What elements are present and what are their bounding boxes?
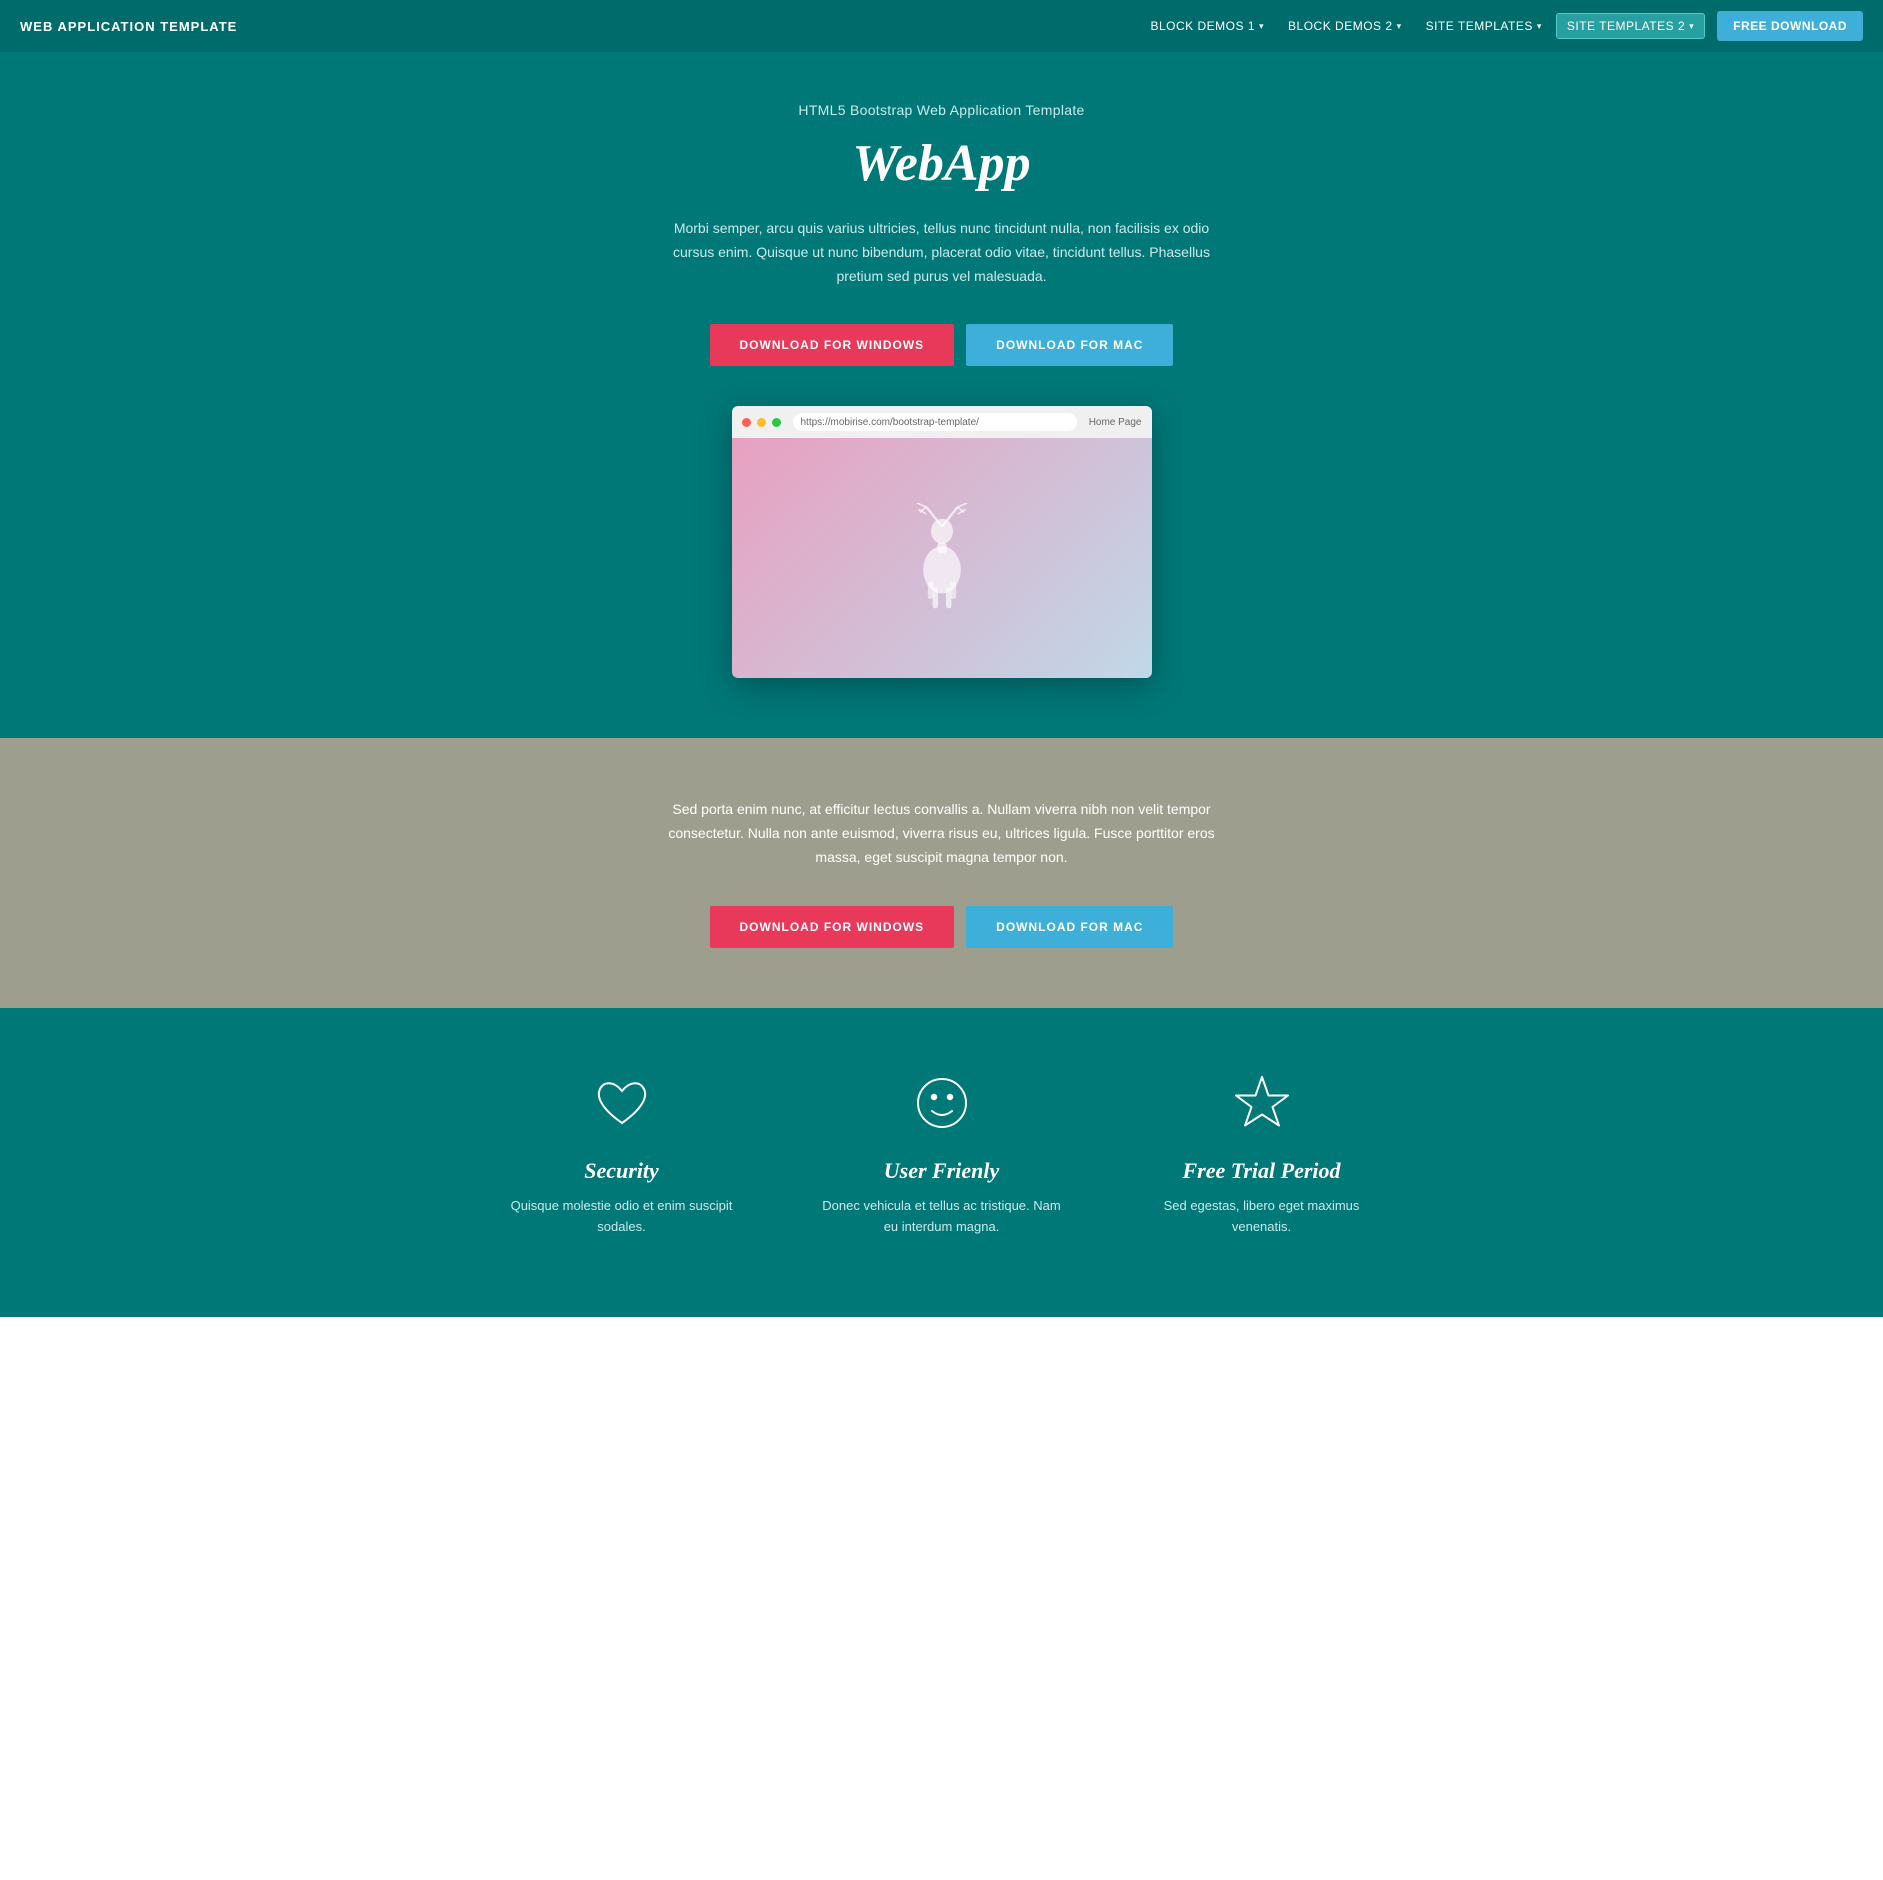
browser-mockup: https://mobirise.com/bootstrap-template/…: [732, 406, 1152, 678]
download-windows-button-hero[interactable]: DOWNLOAD FOR WINDOWS: [710, 324, 955, 366]
feature-title-security: Security: [502, 1158, 742, 1184]
download-windows-button-grey[interactable]: DOWNLOAD FOR WINDOWS: [710, 906, 955, 948]
download-mac-button-grey[interactable]: DOWNLOAD FOR MAC: [966, 906, 1173, 948]
security-icon-wrapper: [587, 1068, 657, 1138]
navbar: WEB APPLICATION TEMPLATE BLOCK DEMOS 1 ▾…: [0, 0, 1883, 52]
browser-content: [732, 438, 1152, 678]
feature-security: Security Quisque molestie odio et enim s…: [502, 1068, 742, 1238]
browser-home-label: Home Page: [1089, 417, 1142, 428]
chevron-down-icon: ▾: [1259, 21, 1264, 32]
feature-desc-security: Quisque molestie odio et enim suscipit s…: [502, 1196, 742, 1238]
download-mac-button-hero[interactable]: DOWNLOAD FOR MAC: [966, 324, 1173, 366]
grey-buttons: DOWNLOAD FOR WINDOWS DOWNLOAD FOR MAC: [20, 906, 1863, 948]
feature-user-friendly: User Frienly Donec vehicula et tellus ac…: [822, 1068, 1062, 1238]
chevron-down-icon: ▾: [1397, 21, 1402, 32]
feature-desc-user-friendly: Donec vehicula et tellus ac tristique. N…: [822, 1196, 1062, 1238]
hero-description: Morbi semper, arcu quis varius ultricies…: [662, 217, 1222, 288]
free-trial-icon-wrapper: [1227, 1068, 1297, 1138]
feature-title-user-friendly: User Frienly: [822, 1158, 1062, 1184]
hero-title: WebApp: [20, 134, 1863, 193]
brand: WEB APPLICATION TEMPLATE: [20, 19, 237, 34]
hero-subtitle: HTML5 Bootstrap Web Application Template: [20, 102, 1863, 118]
browser-dot-yellow: [757, 418, 766, 427]
browser-url-bar: https://mobirise.com/bootstrap-template/: [793, 413, 1077, 431]
grey-description: Sed porta enim nunc, at efficitur lectus…: [652, 798, 1232, 869]
hero-section: HTML5 Bootstrap Web Application Template…: [0, 52, 1883, 738]
heart-icon: [592, 1073, 652, 1133]
features-grid: Security Quisque molestie odio et enim s…: [492, 1068, 1392, 1238]
hero-buttons: DOWNLOAD FOR WINDOWS DOWNLOAD FOR MAC: [20, 324, 1863, 366]
browser-bar: https://mobirise.com/bootstrap-template/…: [732, 406, 1152, 438]
nav-links: BLOCK DEMOS 1 ▾ BLOCK DEMOS 2 ▾ SITE TEM…: [1140, 11, 1863, 41]
star-icon: [1232, 1073, 1292, 1133]
feature-desc-free-trial: Sed egestas, libero eget maximus venenat…: [1142, 1196, 1382, 1238]
browser-dot-red: [742, 418, 751, 427]
nav-block-demos-2[interactable]: BLOCK DEMOS 2 ▾: [1278, 13, 1412, 39]
free-download-button[interactable]: FREE DOWNLOAD: [1717, 11, 1863, 41]
smiley-icon: [912, 1073, 972, 1133]
feature-free-trial: Free Trial Period Sed egestas, libero eg…: [1142, 1068, 1382, 1238]
chevron-down-icon: ▾: [1537, 21, 1542, 32]
deer-illustration: [902, 503, 982, 613]
chevron-down-icon: ▾: [1689, 21, 1694, 32]
nav-site-templates-2-active[interactable]: SITE TEMPLATES 2 ▾: [1556, 13, 1705, 39]
nav-site-templates[interactable]: SITE TEMPLATES ▾: [1416, 13, 1552, 39]
feature-title-free-trial: Free Trial Period: [1142, 1158, 1382, 1184]
features-section: Security Quisque molestie odio et enim s…: [0, 1008, 1883, 1318]
user-friendly-icon-wrapper: [907, 1068, 977, 1138]
nav-block-demos-1[interactable]: BLOCK DEMOS 1 ▾: [1140, 13, 1274, 39]
grey-section: Sed porta enim nunc, at efficitur lectus…: [0, 738, 1883, 1007]
browser-dot-green: [772, 418, 781, 427]
